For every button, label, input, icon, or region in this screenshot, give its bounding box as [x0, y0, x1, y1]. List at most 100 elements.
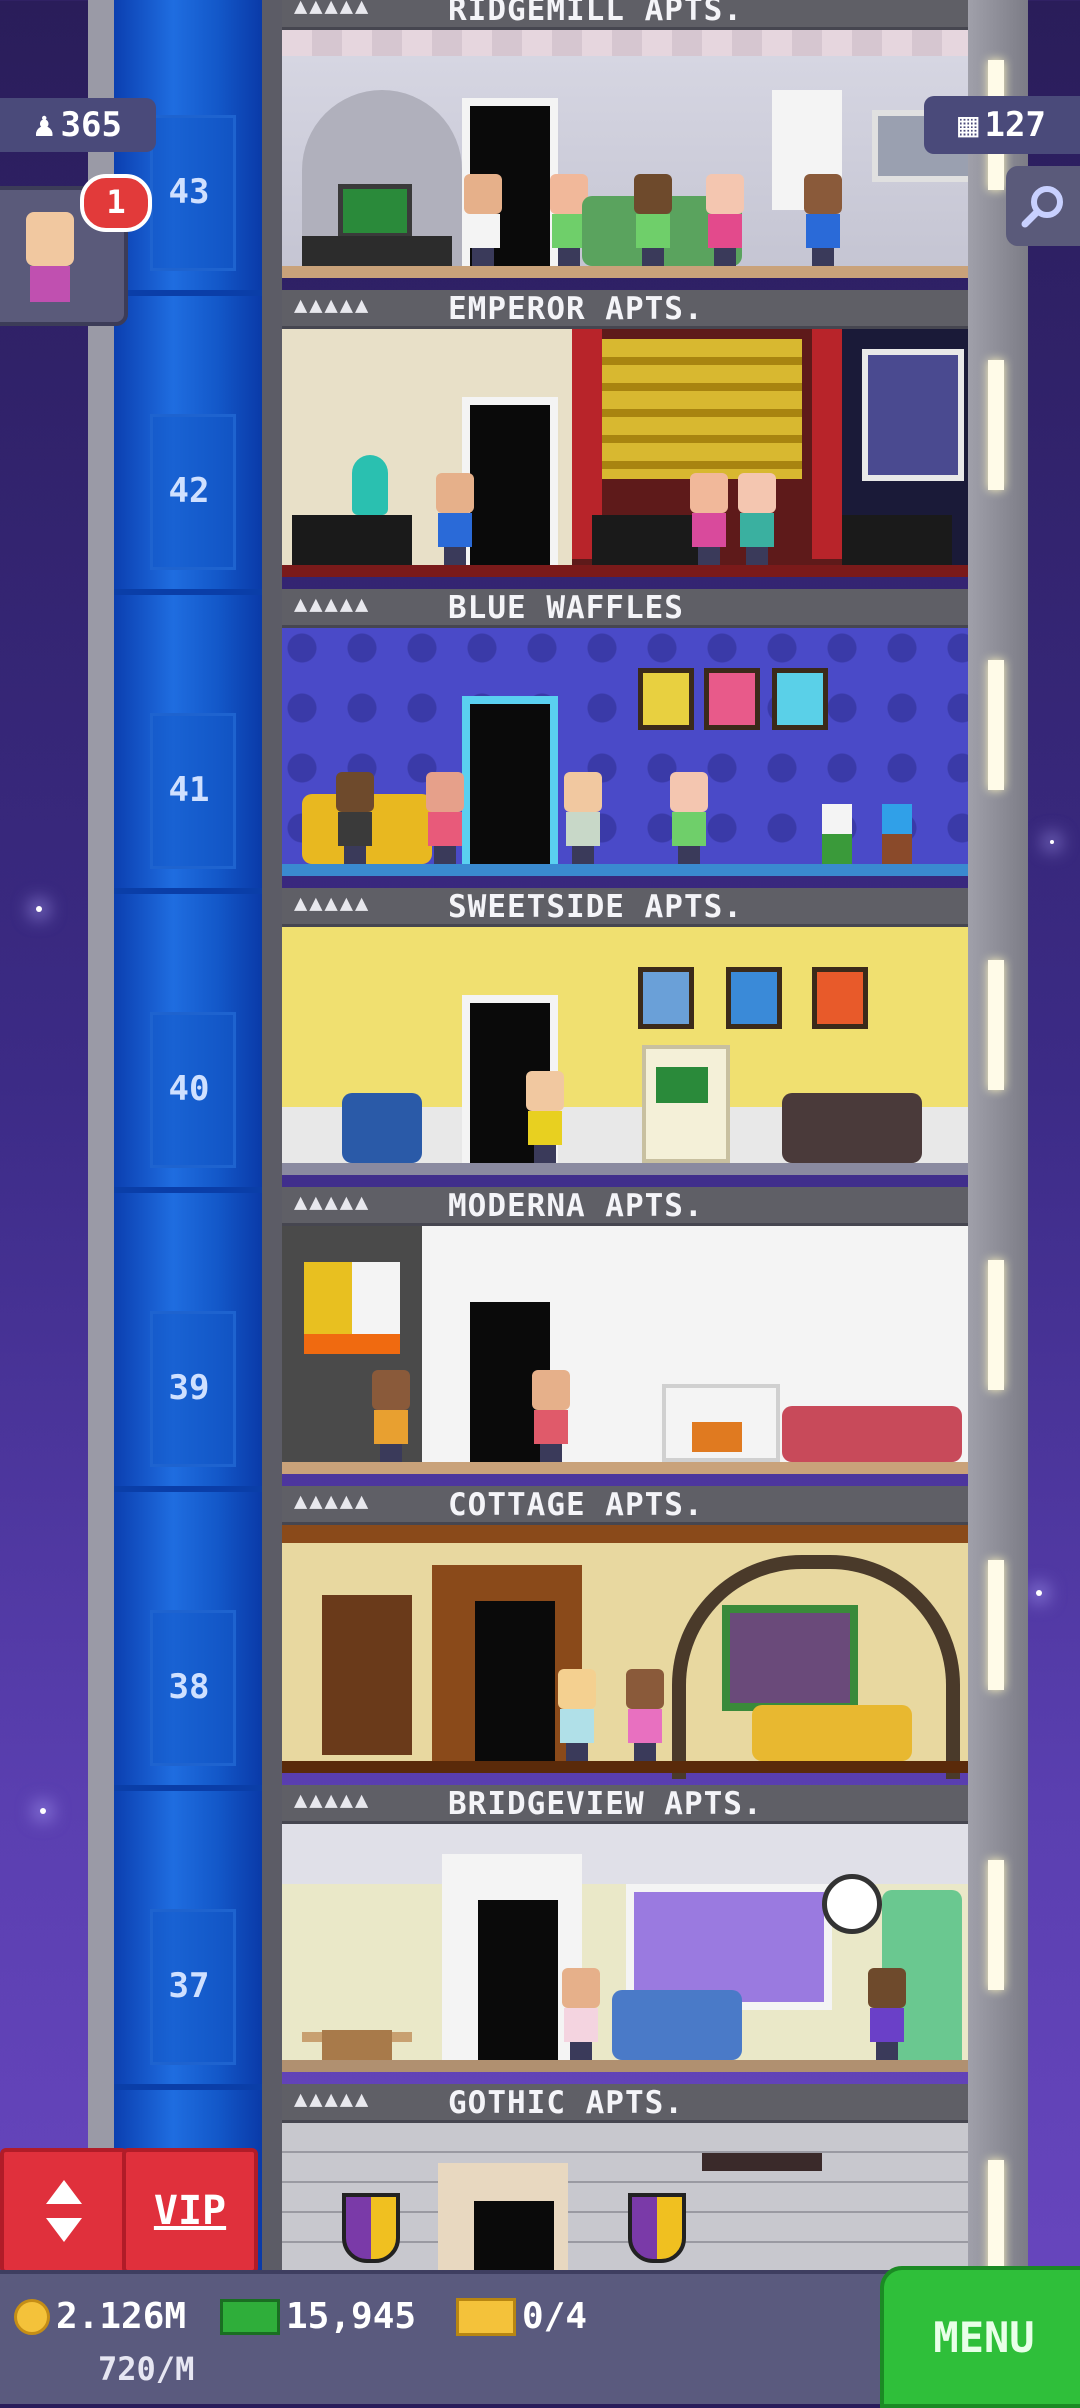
couch [782, 1406, 962, 1462]
tenant[interactable] [864, 1968, 910, 2060]
floor-room [282, 628, 968, 876]
menu-button[interactable]: MENU [880, 2266, 1080, 2408]
floor-name: MODERNA APTS. [448, 1188, 704, 1224]
wall-picture [638, 967, 694, 1029]
floor-header: ▲▲▲▲▲ BRIDGEVIEW APTS. [282, 1785, 968, 1824]
floor-name: BRIDGEVIEW APTS. [448, 1786, 763, 1822]
tenant[interactable] [368, 1370, 414, 1462]
floor-ridgemill[interactable]: ▲▲▲▲▲ RIDGEMILL APTS. [282, 0, 968, 290]
elevator-button[interactable] [0, 2148, 128, 2274]
floor-rating-icons: ▲▲▲▲▲ [294, 1489, 371, 1514]
floor-room [282, 329, 968, 577]
tenant[interactable] [432, 473, 478, 565]
floor-header: ▲▲▲▲▲ MODERNA APTS. [282, 1187, 968, 1226]
tenant[interactable] [734, 473, 780, 565]
coin-icon [14, 2298, 50, 2335]
floor-name: COTTAGE APTS. [448, 1487, 704, 1523]
floor-name: BLUE WAFFLES [448, 590, 684, 626]
floor-room [282, 1525, 968, 1779]
floor-number-label: 41 [168, 770, 210, 810]
coins-value: 2.126M [56, 2296, 187, 2337]
tenant[interactable] [528, 1370, 574, 1462]
tickets-stat[interactable]: 0/4 [456, 2296, 587, 2337]
floor-name: SWEETSIDE APTS. [448, 889, 743, 925]
person-icon: ♟ [34, 105, 55, 145]
floor-header: ▲▲▲▲▲ COTTAGE APTS. [282, 1486, 968, 1525]
bux-stat[interactable]: 15,945 [220, 2296, 416, 2337]
floor-header: ▲▲▲▲▲ BLUE WAFFLES [282, 589, 968, 628]
floor-name: RIDGEMILL APTS. [448, 0, 743, 28]
floor-rating-icons: ▲▲▲▲▲ [294, 1788, 371, 1813]
tenant[interactable] [558, 1968, 604, 2060]
apartment-door [470, 1892, 566, 2060]
background-star [36, 906, 42, 912]
floor-number-label: 40 [168, 1069, 210, 1109]
bux-value: 15,945 [286, 2296, 417, 2337]
vip-button[interactable]: VIP [122, 2148, 258, 2274]
wall-light [988, 1560, 1004, 1690]
ticket-icon [456, 2297, 516, 2336]
wall-picture [812, 967, 868, 1029]
up-down-arrows-icon [46, 2180, 82, 2242]
notification-badge: 1 [80, 174, 152, 232]
population-counter[interactable]: ♟ 365 [0, 98, 156, 152]
armchair [342, 1093, 422, 1163]
wall-light [988, 1860, 1004, 1990]
wall-light [988, 1260, 1004, 1390]
floor-gothic[interactable]: ▲▲▲▲▲ GOTHIC APTS. [282, 2084, 968, 2270]
tenant[interactable] [460, 174, 506, 266]
floor-cottage[interactable]: ▲▲▲▲▲ COTTAGE APTS. [282, 1486, 968, 1785]
bux-icon [220, 2298, 280, 2335]
tower-divider [262, 0, 282, 2270]
apartment-door [466, 2193, 562, 2270]
floor-rating-icons: ▲▲▲▲▲ [294, 293, 371, 318]
floor-header: ▲▲▲▲▲ EMPEROR APTS. [282, 290, 968, 329]
floor-rating-icons: ▲▲▲▲▲ [294, 592, 371, 617]
wall-picture [772, 668, 828, 730]
couch [782, 1093, 922, 1163]
tenant[interactable] [686, 473, 732, 565]
floor-moderna[interactable]: ▲▲▲▲▲ MODERNA APTS. [282, 1187, 968, 1486]
wall-picture [726, 967, 782, 1029]
tenant[interactable] [622, 1669, 668, 1761]
floor-count-badge[interactable]: ▦ 127 [924, 96, 1080, 154]
tenant[interactable] [702, 174, 748, 266]
floor-header: ▲▲▲▲▲ GOTHIC APTS. [282, 2084, 968, 2123]
background-star [40, 1808, 46, 1814]
tenant[interactable] [630, 174, 676, 266]
tenant[interactable] [560, 772, 606, 864]
elevator-shaft[interactable]: 43 42 41 40 39 38 37 [114, 0, 262, 2270]
tenant[interactable] [522, 1071, 568, 1163]
tenant[interactable] [422, 772, 468, 864]
floor-bridgeview[interactable]: ▲▲▲▲▲ BRIDGEVIEW APTS. [282, 1785, 968, 2084]
building-icon: ▦ [958, 105, 979, 145]
wall-light [988, 960, 1004, 1090]
tenant[interactable] [666, 772, 712, 864]
floor-number-label: 39 [168, 1368, 210, 1408]
floor-sweetside[interactable]: ▲▲▲▲▲ SWEETSIDE APTS. [282, 888, 968, 1187]
apartment-door [467, 1593, 563, 1761]
search-button[interactable] [1006, 166, 1080, 246]
search-icon [1021, 186, 1063, 228]
floor-room [282, 927, 968, 1175]
wall-picture [638, 668, 694, 730]
floor-count-value: 127 [984, 105, 1046, 145]
floor-name: EMPEROR APTS. [448, 291, 704, 327]
tenant[interactable] [332, 772, 378, 864]
population-value: 365 [60, 105, 122, 145]
floor-room [282, 30, 968, 278]
background-star [1050, 840, 1054, 844]
coins-stat: 2.126M [14, 2296, 186, 2337]
floor-rating-icons: ▲▲▲▲▲ [294, 0, 371, 19]
flower-plant [822, 804, 852, 864]
tenant[interactable] [554, 1669, 600, 1761]
apartment-door [462, 696, 558, 864]
floor-number-label: 37 [168, 1966, 210, 2006]
flower-plant [882, 804, 912, 864]
floor-blue-waffles[interactable]: ▲▲▲▲▲ BLUE WAFFLES [282, 589, 968, 888]
wall-picture [704, 668, 760, 730]
floor-emperor[interactable]: ▲▲▲▲▲ EMPEROR APTS. [282, 290, 968, 589]
tower-left-wall [88, 0, 114, 2270]
tenant[interactable] [800, 174, 846, 266]
floor-rating-icons: ▲▲▲▲▲ [294, 891, 371, 916]
